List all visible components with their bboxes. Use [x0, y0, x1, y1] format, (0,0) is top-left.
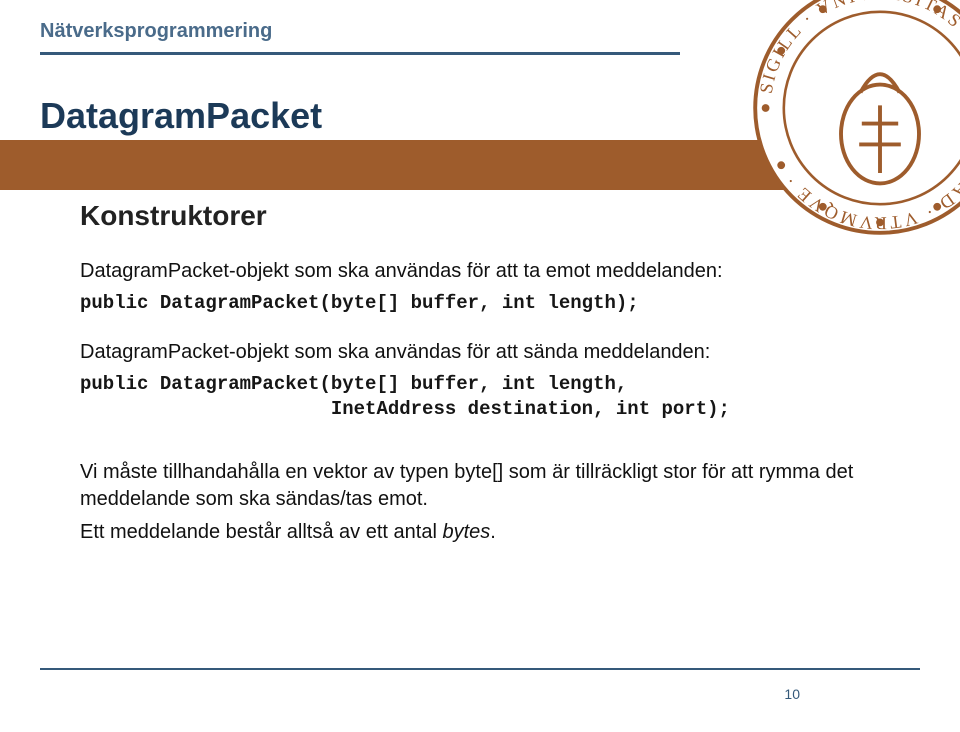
text-pre: Ett meddelande består alltså av ett anta… — [80, 521, 442, 543]
slide-body: Konstruktorer DatagramPacket-objekt som … — [80, 200, 880, 552]
paragraph-note-1: Vi måste tillhandahålla en vektor av typ… — [80, 459, 880, 513]
header-rule — [40, 52, 680, 55]
paragraph-note-2: Ett meddelande består alltså av ett anta… — [80, 519, 880, 546]
text-post: . — [490, 521, 496, 543]
paragraph-recv: DatagramPacket-objekt som ska användas f… — [80, 258, 880, 285]
paragraph-send: DatagramPacket-objekt som ska användas f… — [80, 339, 880, 366]
spacer — [80, 445, 880, 459]
slide: Nätverksprogrammering DatagramPacket SIG… — [0, 0, 960, 732]
code-line-2: InetAddress destination, int port); — [80, 398, 730, 420]
footer-rule — [40, 668, 920, 670]
code-constructor-send: public DatagramPacket(byte[] buffer, int… — [80, 372, 880, 423]
subheading: Konstruktorer — [80, 200, 880, 232]
breadcrumb: Nätverksprogrammering — [40, 20, 272, 43]
code-line-1: public DatagramPacket(byte[] buffer, int… — [80, 373, 627, 395]
page-title: DatagramPacket — [40, 95, 322, 137]
code-constructor-recv: public DatagramPacket(byte[] buffer, int… — [80, 291, 880, 317]
text-em-bytes: bytes — [442, 521, 490, 543]
page-number: 10 — [784, 686, 800, 702]
